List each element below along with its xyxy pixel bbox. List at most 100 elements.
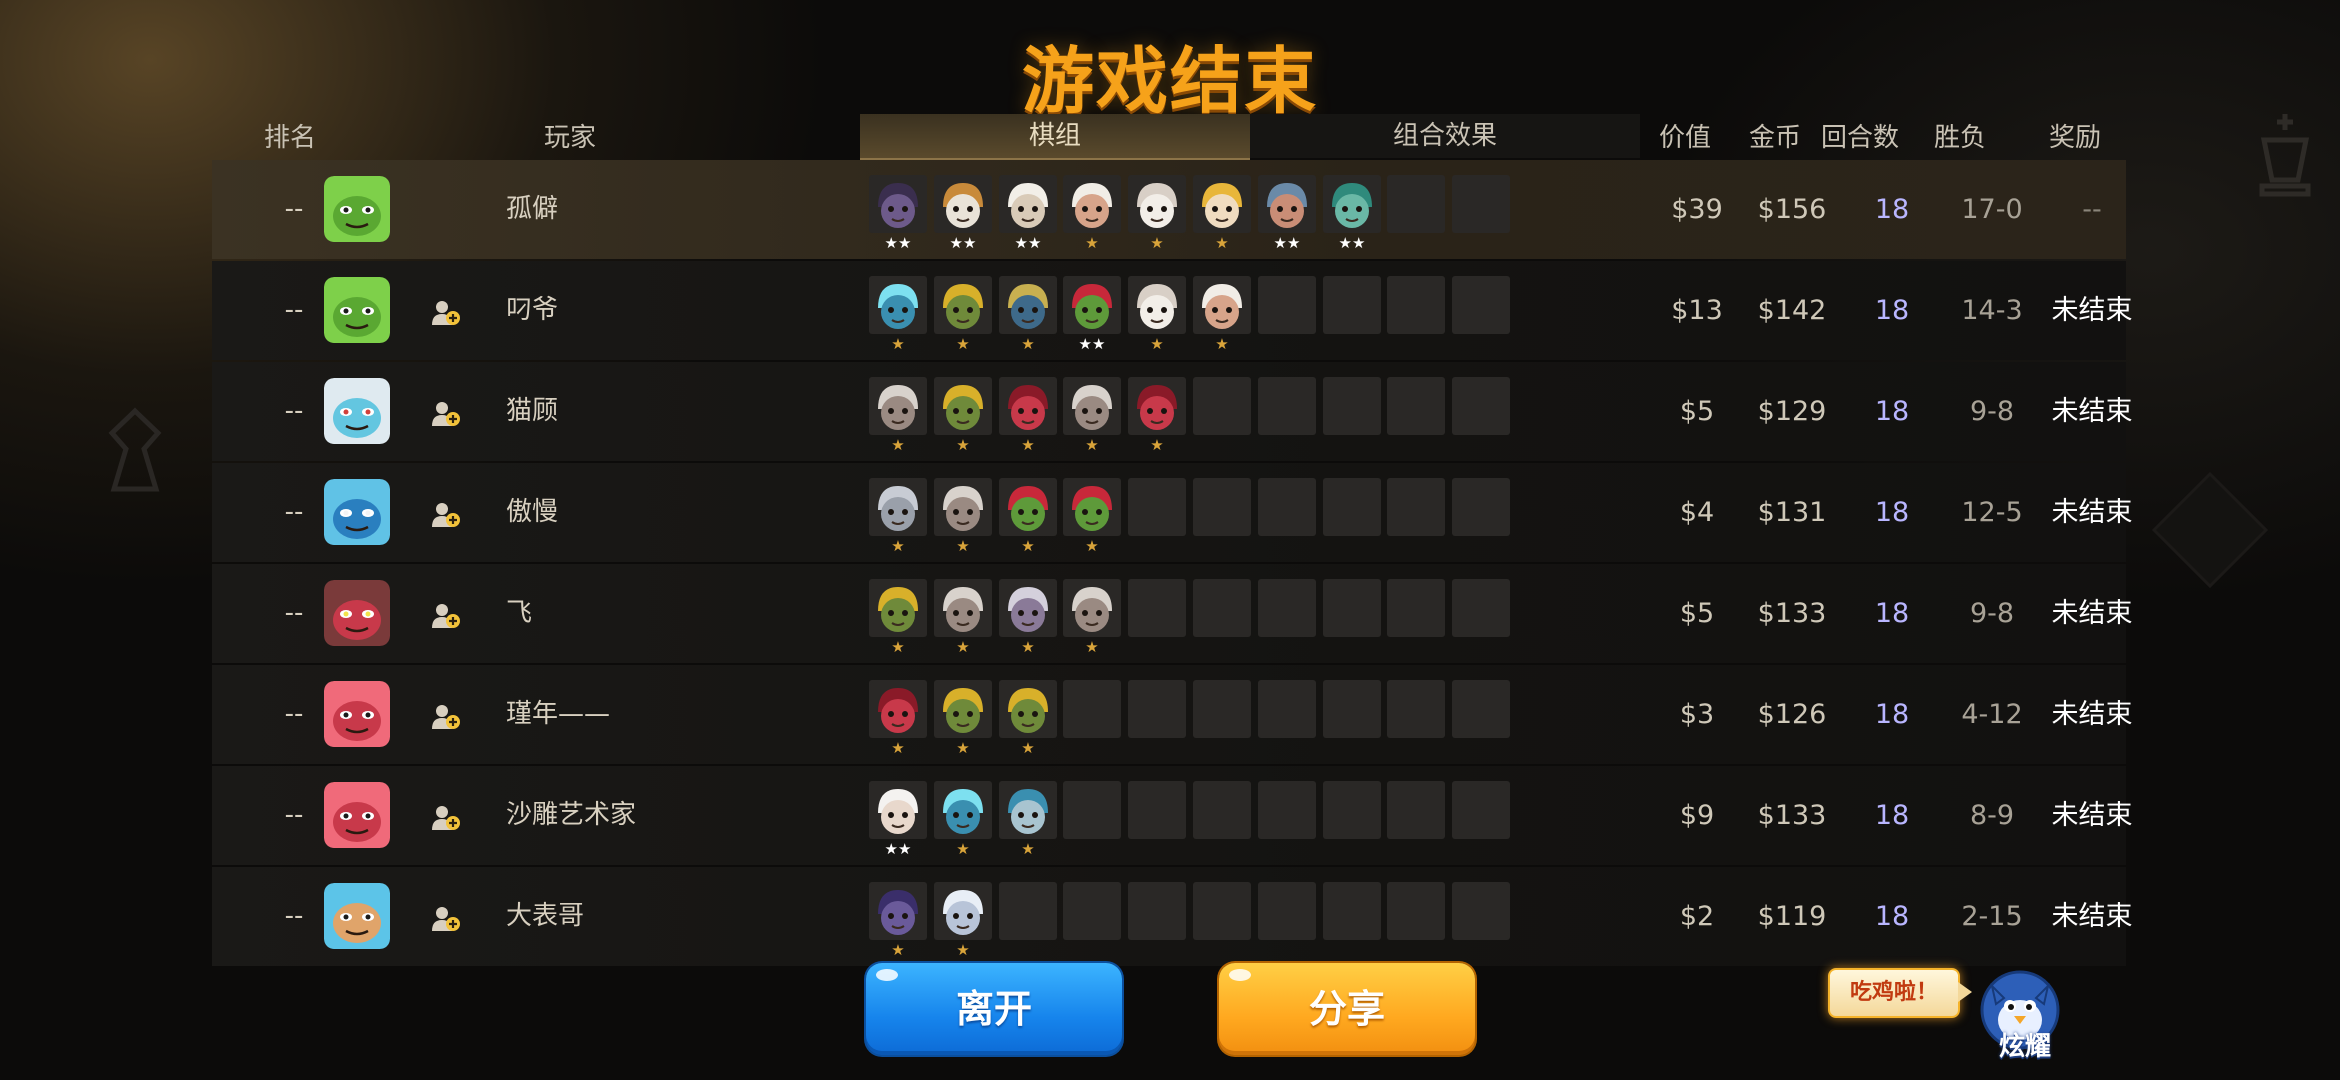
avatar[interactable] [324,479,390,545]
unit-slot[interactable] [1063,680,1121,738]
unit-slot[interactable] [1452,478,1510,536]
unit-portrait[interactable] [1129,379,1185,435]
unit-slot[interactable] [1258,882,1316,940]
tab-deck[interactable]: 棋组 [860,114,1250,160]
unit-portrait[interactable] [935,783,991,839]
unit-slot[interactable] [1387,276,1445,334]
avatar[interactable] [324,277,390,343]
unit-slot[interactable] [1128,680,1186,738]
unit-slot[interactable] [1258,377,1316,435]
unit-slot[interactable] [1258,478,1316,536]
unit-slot[interactable] [1258,276,1316,334]
unit-portrait[interactable] [870,177,926,233]
unit-portrait[interactable] [935,278,991,334]
unit-slot[interactable] [1452,680,1510,738]
unit-slot[interactable] [1387,680,1445,738]
unit-portrait[interactable] [1064,581,1120,637]
unit-portrait[interactable] [870,884,926,940]
unit-slot[interactable] [1258,781,1316,839]
unit-portrait[interactable] [1064,379,1120,435]
unit-slot[interactable] [1387,579,1445,637]
unit-slot[interactable] [1193,882,1251,940]
unit-portrait[interactable] [1194,177,1250,233]
unit-portrait[interactable] [1000,177,1056,233]
unit-slot[interactable] [1323,377,1381,435]
unit-slot[interactable] [1128,781,1186,839]
unit-slot[interactable] [1452,781,1510,839]
unit-portrait[interactable] [1064,278,1120,334]
unit-portrait[interactable] [870,783,926,839]
share-button[interactable]: 分享 [1219,963,1475,1055]
unit-slot[interactable] [1128,882,1186,940]
unit-slot[interactable] [1258,680,1316,738]
add-friend-button[interactable] [430,297,460,327]
unit-portrait[interactable] [935,379,991,435]
avatar[interactable] [324,580,390,646]
unit-slot[interactable] [1193,377,1251,435]
unit-slot[interactable] [1323,579,1381,637]
leave-button[interactable]: 离开 [866,963,1122,1055]
add-friend-button[interactable] [430,903,460,933]
unit-portrait[interactable] [935,884,991,940]
unit-slot[interactable] [1323,680,1381,738]
unit-slot[interactable] [1323,478,1381,536]
unit-slot[interactable] [1387,175,1445,233]
unit-portrait[interactable] [870,480,926,536]
unit-portrait[interactable] [1259,177,1315,233]
unit-portrait[interactable] [1064,480,1120,536]
unit-slot[interactable] [1193,680,1251,738]
flaunt-label[interactable]: 炫耀 [1980,1026,2070,1063]
unit-slot[interactable] [999,882,1057,940]
unit-portrait[interactable] [870,581,926,637]
unit-portrait[interactable] [1064,177,1120,233]
unit-slot[interactable] [1387,478,1445,536]
unit-slot[interactable] [1452,882,1510,940]
unit-slot[interactable] [1193,579,1251,637]
unit-slot[interactable] [1452,377,1510,435]
avatar[interactable] [324,782,390,848]
unit-portrait[interactable] [1000,783,1056,839]
unit-slot[interactable] [1128,478,1186,536]
unit-slot[interactable] [1387,882,1445,940]
unit-portrait[interactable] [1194,278,1250,334]
unit-portrait[interactable] [935,480,991,536]
unit-slot[interactable] [1063,781,1121,839]
avatar[interactable] [324,681,390,747]
unit-portrait[interactable] [935,581,991,637]
unit-portrait[interactable] [870,682,926,738]
unit-portrait[interactable] [1324,177,1380,233]
avatar[interactable] [324,176,390,242]
avatar[interactable] [324,378,390,444]
unit-slot[interactable] [1452,579,1510,637]
unit-slot[interactable] [1193,478,1251,536]
unit-portrait[interactable] [1129,278,1185,334]
unit-portrait[interactable] [870,278,926,334]
unit-slot[interactable] [1258,579,1316,637]
unit-slot[interactable] [1452,175,1510,233]
unit-slot[interactable] [1387,781,1445,839]
unit-portrait[interactable] [1000,480,1056,536]
unit-slot[interactable] [1387,377,1445,435]
unit-portrait[interactable] [935,682,991,738]
add-friend-button[interactable] [430,398,460,428]
unit-slot[interactable] [1128,579,1186,637]
add-friend-button[interactable] [430,600,460,630]
add-friend-button[interactable] [430,701,460,731]
unit-slot[interactable] [1452,276,1510,334]
tab-combo-effects[interactable]: 组合效果 [1250,114,1640,158]
unit-slot[interactable] [1323,781,1381,839]
unit-portrait[interactable] [1000,379,1056,435]
unit-portrait[interactable] [1000,278,1056,334]
unit-slot[interactable] [1323,276,1381,334]
add-friend-button[interactable] [430,499,460,529]
unit-slot[interactable] [1063,882,1121,940]
unit-portrait[interactable] [1000,581,1056,637]
unit-portrait[interactable] [935,177,991,233]
unit-slot[interactable] [1193,781,1251,839]
add-friend-button[interactable] [430,802,460,832]
avatar[interactable] [324,883,390,949]
unit-slot[interactable] [1323,882,1381,940]
unit-portrait[interactable] [1000,682,1056,738]
unit-portrait[interactable] [1129,177,1185,233]
unit-portrait[interactable] [870,379,926,435]
